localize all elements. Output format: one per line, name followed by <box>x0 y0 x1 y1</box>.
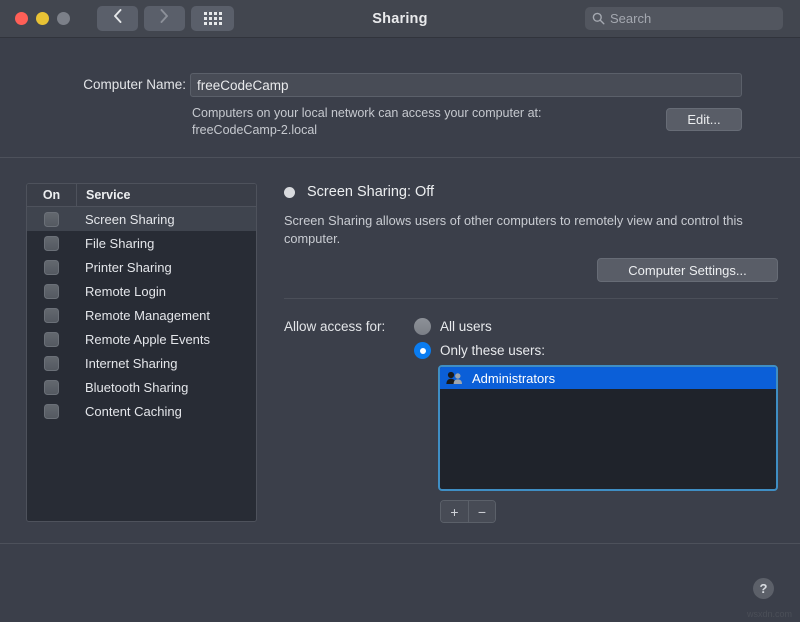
service-name-cell: Internet Sharing <box>76 356 256 371</box>
service-name-cell: File Sharing <box>76 236 256 251</box>
service-enabled-cell <box>27 260 76 275</box>
radio-all-users-icon <box>414 318 431 335</box>
table-row[interactable]: File Sharing <box>27 231 256 255</box>
services-table-body: Screen Sharing File Sharing Printer Sharin… <box>27 207 256 423</box>
checkbox-icon[interactable] <box>44 332 59 347</box>
allowed-users-list[interactable]: Administrators <box>438 365 778 491</box>
radio-all-users-label: All users <box>440 319 492 334</box>
allowed-users-list-body: Administrators <box>440 367 776 389</box>
list-item[interactable]: Administrators <box>440 367 776 389</box>
service-status-text: Screen Sharing: Off <box>307 184 434 200</box>
service-enabled-cell <box>27 380 76 395</box>
checkbox-icon[interactable] <box>44 380 59 395</box>
service-name-cell: Content Caching <box>76 404 256 419</box>
allow-access-label: Allow access for: <box>284 319 385 334</box>
detail-divider <box>284 298 778 299</box>
group-users-icon <box>446 371 463 385</box>
column-header-on: On <box>27 184 76 206</box>
section-divider-bottom <box>0 543 800 544</box>
section-divider-top <box>0 157 800 158</box>
service-enabled-cell <box>27 236 76 251</box>
service-description: Screen Sharing allows users of other com… <box>284 212 778 248</box>
table-row[interactable]: Internet Sharing <box>27 351 256 375</box>
table-row[interactable]: Remote Apple Events <box>27 327 256 351</box>
computer-name-help-line2: freeCodeCamp-2.local <box>192 122 662 139</box>
table-row[interactable]: Content Caching <box>27 399 256 423</box>
table-row[interactable]: Remote Login <box>27 279 256 303</box>
service-name-cell: Screen Sharing <box>76 212 256 227</box>
computer-name-input[interactable]: freeCodeCamp <box>190 73 742 97</box>
titlebar-divider <box>0 37 800 38</box>
table-row[interactable]: Screen Sharing <box>27 207 256 231</box>
radio-only-these-users-icon <box>414 342 431 359</box>
computer-name-value: freeCodeCamp <box>197 78 289 93</box>
computer-name-help-line1: Computers on your local network can acce… <box>192 105 662 122</box>
service-name-cell: Printer Sharing <box>76 260 256 275</box>
service-enabled-cell <box>27 212 76 227</box>
service-enabled-cell <box>27 356 76 371</box>
radio-only-these-users-label: Only these users: <box>440 343 545 358</box>
service-enabled-cell <box>27 332 76 347</box>
checkbox-icon[interactable] <box>44 404 59 419</box>
computer-settings-button[interactable]: Computer Settings... <box>597 258 778 282</box>
computer-name-help: Computers on your local network can acce… <box>192 105 662 139</box>
checkbox-icon[interactable] <box>44 212 59 227</box>
help-button[interactable]: ? <box>753 578 774 599</box>
radio-all-users[interactable]: All users <box>414 318 492 335</box>
services-table: On Service Screen Sharing File Sharing Pri… <box>26 183 257 522</box>
search-icon <box>592 12 605 25</box>
watermark: wsxdn.com <box>747 609 792 619</box>
service-enabled-cell <box>27 404 76 419</box>
remove-user-button[interactable]: − <box>468 501 495 522</box>
table-row[interactable]: Bluetooth Sharing <box>27 375 256 399</box>
service-name-cell: Remote Management <box>76 308 256 323</box>
service-name-cell: Bluetooth Sharing <box>76 380 256 395</box>
checkbox-icon[interactable] <box>44 260 59 275</box>
radio-only-these-users[interactable]: Only these users: <box>414 342 545 359</box>
search-field[interactable]: Search <box>585 7 783 30</box>
search-placeholder: Search <box>610 11 651 26</box>
services-table-header: On Service <box>27 184 256 207</box>
title-bar: Sharing Search <box>0 0 800 37</box>
service-name-cell: Remote Login <box>76 284 256 299</box>
service-enabled-cell <box>27 308 76 323</box>
checkbox-icon[interactable] <box>44 308 59 323</box>
checkbox-icon[interactable] <box>44 284 59 299</box>
checkbox-icon[interactable] <box>44 236 59 251</box>
table-row[interactable]: Remote Management <box>27 303 256 327</box>
checkbox-icon[interactable] <box>44 356 59 371</box>
service-status: Screen Sharing: Off <box>284 184 434 200</box>
add-remove-user-buttons: + − <box>440 500 496 523</box>
service-enabled-cell <box>27 284 76 299</box>
computer-name-label: Computer Name: <box>58 77 186 92</box>
table-row[interactable]: Printer Sharing <box>27 255 256 279</box>
add-user-button[interactable]: + <box>441 501 468 522</box>
column-header-service: Service <box>76 184 256 206</box>
sharing-preferences-window: Sharing Search Computer Name: freeCodeCa… <box>0 0 800 622</box>
service-name-cell: Remote Apple Events <box>76 332 256 347</box>
edit-button[interactable]: Edit... <box>666 108 742 131</box>
status-indicator-icon <box>284 187 295 198</box>
user-name: Administrators <box>472 371 555 386</box>
